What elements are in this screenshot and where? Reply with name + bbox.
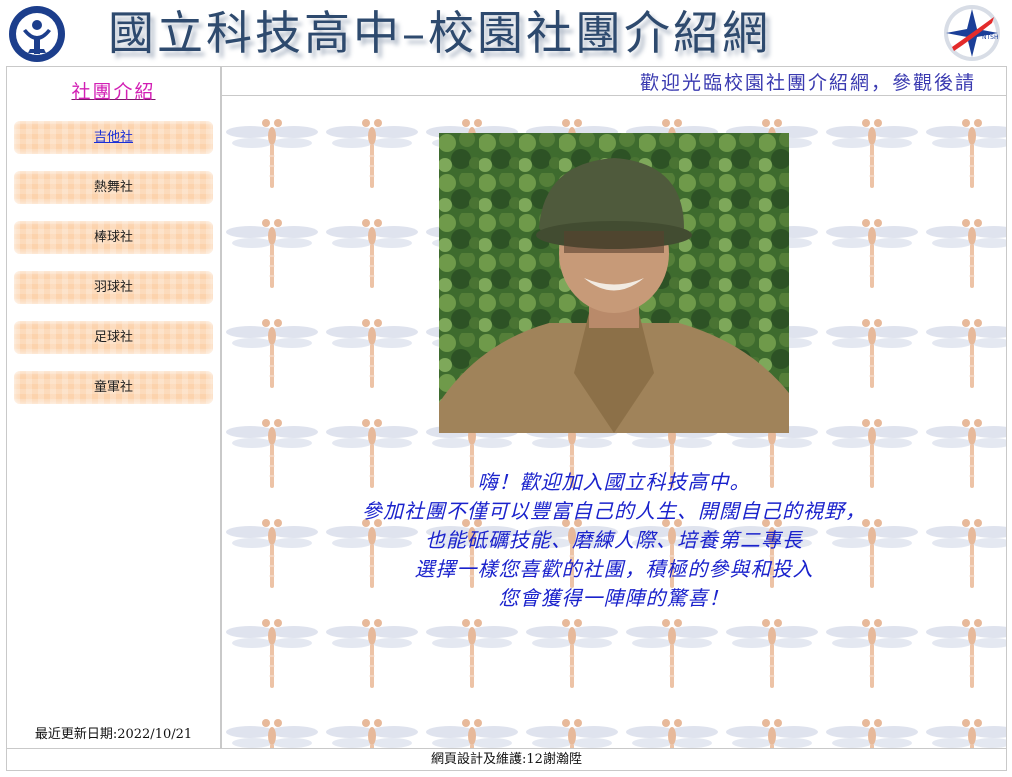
site-title: 國立科技高中–校園社團介紹網 xyxy=(108,6,771,60)
frame-border-right xyxy=(1006,66,1007,771)
sidebar-item-baseball[interactable]: 棒球社 xyxy=(14,221,213,254)
sidebar: 社團介紹 吉他社 熱舞社 棒球社 羽球社 足球社 童軍社 xyxy=(7,67,220,722)
sidebar-item-scouts[interactable]: 童軍社 xyxy=(14,371,213,404)
portrait-photo xyxy=(439,133,789,433)
last-updated: 最近更新日期:2022/10/21 xyxy=(7,722,220,747)
school-emblem-icon xyxy=(9,6,65,62)
frame-border-bottom xyxy=(6,770,1007,771)
logo-right-text: NTSH xyxy=(982,34,998,41)
welcome-line: 參加社團不僅可以豐富自己的人生、開闊自己的視野， xyxy=(362,499,866,523)
sidebar-item-badminton[interactable]: 羽球社 xyxy=(14,271,213,304)
sidebar-item-soccer[interactable]: 足球社 xyxy=(14,321,213,354)
marquee-bar: 歡迎光臨校園社團介紹網，參觀後請 xyxy=(222,67,1006,95)
welcome-message: 嗨！歡迎加入國立科技高中。 參加社團不僅可以豐富自己的人生、開闊自己的視野， 也… xyxy=(222,468,1006,613)
sidebar-title: 社團介紹 xyxy=(71,81,156,103)
sidebar-item-guitar[interactable]: 吉他社 xyxy=(14,121,213,154)
header: 國立科技高中–校園社團介紹網 NTSH xyxy=(0,0,1012,66)
main-content: 嗨！歡迎加入國立科技高中。 參加社團不僅可以豐富自己的人生、開闊自己的視野， 也… xyxy=(222,96,1006,748)
welcome-line: 也能砥礪技能、磨練人際、培養第二專長 xyxy=(425,528,803,552)
marquee-text: 歡迎光臨校園社團介紹網，參觀後請 xyxy=(640,72,977,94)
welcome-line: 您會獲得一陣陣的驚喜！ xyxy=(498,586,730,610)
footer-credit: 網頁設計及維護:12謝瀚陞 xyxy=(7,749,1006,770)
welcome-line: 選擇一樣您喜歡的社團，積極的參與和投入 xyxy=(414,557,814,581)
welcome-line: 嗨！歡迎加入國立科技高中。 xyxy=(477,470,751,494)
star-logo-icon: NTSH xyxy=(944,5,1000,61)
sidebar-item-dance[interactable]: 熱舞社 xyxy=(14,171,213,204)
